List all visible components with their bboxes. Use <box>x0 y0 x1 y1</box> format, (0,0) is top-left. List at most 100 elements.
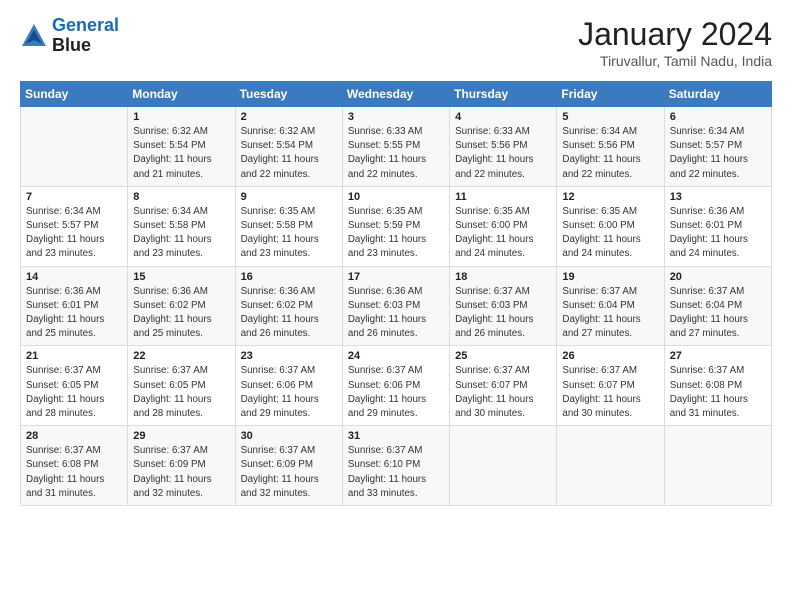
month-title: January 2024 <box>578 16 772 53</box>
calendar-cell: 7 Sunrise: 6:34 AM Sunset: 5:57 PM Daylig… <box>21 186 128 266</box>
calendar-cell: 18Sunrise: 6:37 AM Sunset: 6:03 PM Dayli… <box>450 266 557 346</box>
day-number: 25 <box>455 350 551 362</box>
calendar-cell: 13 Sunrise: 6:36 AM Sunset: 6:01 PM Dayli… <box>664 186 771 266</box>
day-info: Sunrise: 6:35 AM Sunset: 6:00 PM Dayligh… <box>455 205 551 262</box>
calendar-cell: 22 Sunrise: 6:37 AM Sunset: 6:05 PM Dayli… <box>128 346 235 426</box>
day-info: Sunrise: 6:36 AM Sunset: 6:03 PM Dayligh… <box>348 285 444 342</box>
day-number: 12 <box>562 191 658 203</box>
calendar-cell: 8 Sunrise: 6:34 AM Sunset: 5:58 PM Daylig… <box>128 186 235 266</box>
day-number: 9 <box>241 191 337 203</box>
logo-text: General Blue <box>52 16 119 56</box>
day-info: Sunrise: 6:34 AM Sunset: 5:56 PM Dayligh… <box>562 125 658 182</box>
day-number: 16 <box>241 271 337 283</box>
day-number: 20 <box>670 271 766 283</box>
day-info: Sunrise: 6:35 AM Sunset: 6:00 PM Dayligh… <box>562 205 658 262</box>
day-info: Sunrise: 6:33 AM Sunset: 5:55 PM Dayligh… <box>348 125 444 182</box>
calendar-cell: 28 Sunrise: 6:37 AM Sunset: 6:08 PM Dayli… <box>21 426 128 506</box>
day-info: Sunrise: 6:37 AM Sunset: 6:09 PM Dayligh… <box>133 444 229 501</box>
day-number: 13 <box>670 191 766 203</box>
day-info: Sunrise: 6:37 AM Sunset: 6:05 PM Dayligh… <box>26 364 122 421</box>
day-info: Sunrise: 6:37 AM Sunset: 6:08 PM Dayligh… <box>670 364 766 421</box>
weekday-header: Thursday <box>450 82 557 107</box>
calendar-cell: 16Sunrise: 6:36 AM Sunset: 6:02 PM Dayli… <box>235 266 342 346</box>
calendar-cell: 9Sunrise: 6:35 AM Sunset: 5:58 PM Daylig… <box>235 186 342 266</box>
day-number: 4 <box>455 111 551 123</box>
weekday-header: Friday <box>557 82 664 107</box>
day-info: Sunrise: 6:33 AM Sunset: 5:56 PM Dayligh… <box>455 125 551 182</box>
day-number: 15 <box>133 271 229 283</box>
day-info: Sunrise: 6:37 AM Sunset: 6:07 PM Dayligh… <box>562 364 658 421</box>
day-info: Sunrise: 6:34 AM Sunset: 5:57 PM Dayligh… <box>26 205 122 262</box>
day-info: Sunrise: 6:37 AM Sunset: 6:04 PM Dayligh… <box>562 285 658 342</box>
weekday-header: Saturday <box>664 82 771 107</box>
day-number: 5 <box>562 111 658 123</box>
weekday-header: Wednesday <box>342 82 449 107</box>
calendar: SundayMondayTuesdayWednesdayThursdayFrid… <box>20 81 772 506</box>
calendar-week-row: 7 Sunrise: 6:34 AM Sunset: 5:57 PM Daylig… <box>21 186 772 266</box>
calendar-cell: 5 Sunrise: 6:34 AM Sunset: 5:56 PM Daylig… <box>557 107 664 187</box>
day-number: 7 <box>26 191 122 203</box>
calendar-cell: 17 Sunrise: 6:36 AM Sunset: 6:03 PM Dayli… <box>342 266 449 346</box>
day-info: Sunrise: 6:37 AM Sunset: 6:03 PM Dayligh… <box>455 285 551 342</box>
day-info: Sunrise: 6:36 AM Sunset: 6:01 PM Dayligh… <box>26 285 122 342</box>
calendar-cell <box>664 426 771 506</box>
day-info: Sunrise: 6:36 AM Sunset: 6:02 PM Dayligh… <box>133 285 229 342</box>
calendar-cell: 4 Sunrise: 6:33 AM Sunset: 5:56 PM Daylig… <box>450 107 557 187</box>
calendar-cell: 11Sunrise: 6:35 AM Sunset: 6:00 PM Dayli… <box>450 186 557 266</box>
day-info: Sunrise: 6:37 AM Sunset: 6:08 PM Dayligh… <box>26 444 122 501</box>
day-number: 21 <box>26 350 122 362</box>
day-info: Sunrise: 6:37 AM Sunset: 6:04 PM Dayligh… <box>670 285 766 342</box>
page: General Blue January 2024 Tiruvallur, Ta… <box>0 0 792 612</box>
calendar-week-row: 14Sunrise: 6:36 AM Sunset: 6:01 PM Dayli… <box>21 266 772 346</box>
day-number: 2 <box>241 111 337 123</box>
calendar-cell: 20 Sunrise: 6:37 AM Sunset: 6:04 PM Dayli… <box>664 266 771 346</box>
header: General Blue January 2024 Tiruvallur, Ta… <box>20 16 772 69</box>
weekday-header: Monday <box>128 82 235 107</box>
calendar-cell: 30Sunrise: 6:37 AM Sunset: 6:09 PM Dayli… <box>235 426 342 506</box>
calendar-cell: 1Sunrise: 6:32 AM Sunset: 5:54 PM Daylig… <box>128 107 235 187</box>
day-info: Sunrise: 6:37 AM Sunset: 6:10 PM Dayligh… <box>348 444 444 501</box>
day-number: 22 <box>133 350 229 362</box>
calendar-cell: 23Sunrise: 6:37 AM Sunset: 6:06 PM Dayli… <box>235 346 342 426</box>
day-number: 8 <box>133 191 229 203</box>
calendar-cell: 29 Sunrise: 6:37 AM Sunset: 6:09 PM Dayli… <box>128 426 235 506</box>
day-number: 17 <box>348 271 444 283</box>
calendar-cell: 15 Sunrise: 6:36 AM Sunset: 6:02 PM Dayli… <box>128 266 235 346</box>
calendar-cell: 21 Sunrise: 6:37 AM Sunset: 6:05 PM Dayli… <box>21 346 128 426</box>
calendar-cell: 12 Sunrise: 6:35 AM Sunset: 6:00 PM Dayli… <box>557 186 664 266</box>
day-info: Sunrise: 6:34 AM Sunset: 5:58 PM Dayligh… <box>133 205 229 262</box>
calendar-week-row: 1 Sunrise: 6:32 AM Sunset: 5:54 PM Daylig… <box>21 107 772 187</box>
day-info: Sunrise: 6:32 AM Sunset: 5:54 PM Dayligh… <box>241 125 337 182</box>
day-info: Sunrise: 6:36 AM Sunset: 6:01 PM Dayligh… <box>670 205 766 262</box>
calendar-cell: 2 Sunrise: 6:32 AM Sunset: 5:54 PM Daylig… <box>235 107 342 187</box>
day-info: Sunrise: 6:37 AM Sunset: 6:06 PM Dayligh… <box>348 364 444 421</box>
day-number: 26 <box>562 350 658 362</box>
calendar-cell: 3Sunrise: 6:33 AM Sunset: 5:55 PM Daylig… <box>342 107 449 187</box>
calendar-body: 1 Sunrise: 6:32 AM Sunset: 5:54 PM Daylig… <box>21 107 772 506</box>
day-number: 19 <box>562 271 658 283</box>
day-number: 1 <box>133 111 229 123</box>
day-info: Sunrise: 6:37 AM Sunset: 6:07 PM Dayligh… <box>455 364 551 421</box>
logo-icon <box>20 22 48 50</box>
day-number: 29 <box>133 430 229 442</box>
day-info: Sunrise: 6:35 AM Sunset: 5:59 PM Dayligh… <box>348 205 444 262</box>
subtitle: Tiruvallur, Tamil Nadu, India <box>578 53 772 69</box>
calendar-cell: 24 Sunrise: 6:37 AM Sunset: 6:06 PM Dayli… <box>342 346 449 426</box>
day-number: 30 <box>241 430 337 442</box>
calendar-cell: 19 Sunrise: 6:37 AM Sunset: 6:04 PM Dayli… <box>557 266 664 346</box>
calendar-week-row: 28 Sunrise: 6:37 AM Sunset: 6:08 PM Dayli… <box>21 426 772 506</box>
day-info: Sunrise: 6:37 AM Sunset: 6:05 PM Dayligh… <box>133 364 229 421</box>
day-number: 24 <box>348 350 444 362</box>
day-info: Sunrise: 6:34 AM Sunset: 5:57 PM Dayligh… <box>670 125 766 182</box>
weekday-row: SundayMondayTuesdayWednesdayThursdayFrid… <box>21 82 772 107</box>
day-number: 28 <box>26 430 122 442</box>
calendar-cell <box>450 426 557 506</box>
weekday-header: Tuesday <box>235 82 342 107</box>
calendar-cell <box>21 107 128 187</box>
calendar-cell <box>557 426 664 506</box>
calendar-cell: 25 Sunrise: 6:37 AM Sunset: 6:07 PM Dayli… <box>450 346 557 426</box>
calendar-header: SundayMondayTuesdayWednesdayThursdayFrid… <box>21 82 772 107</box>
day-number: 6 <box>670 111 766 123</box>
calendar-cell: 26 Sunrise: 6:37 AM Sunset: 6:07 PM Dayli… <box>557 346 664 426</box>
day-info: Sunrise: 6:37 AM Sunset: 6:06 PM Dayligh… <box>241 364 337 421</box>
